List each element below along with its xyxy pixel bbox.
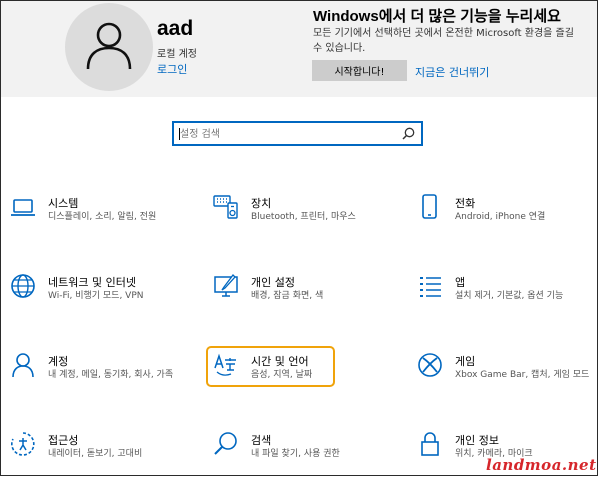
phone-icon bbox=[422, 194, 437, 219]
category-title: 장치 bbox=[251, 197, 272, 210]
keyboard-icon bbox=[213, 195, 238, 219]
category-title: 검색 bbox=[251, 434, 272, 447]
category-title: 시스템 bbox=[48, 197, 79, 210]
category-gaming[interactable]: 게임 Xbox Game Bar, 캡처, 게임 모드 bbox=[417, 352, 600, 402]
promo-description: 모든 기기에서 선택하던 곳에서 온전한 Microsoft 환경을 즐길 수 … bbox=[313, 28, 574, 54]
category-desc: Wi-Fi, 비행기 모드, VPN bbox=[48, 291, 144, 301]
category-desc: Bluetooth, 프린터, 마우스 bbox=[251, 212, 356, 222]
search-box[interactable] bbox=[172, 121, 423, 146]
category-title: 네트워크 및 인터넷 bbox=[48, 276, 136, 289]
account-name: aad bbox=[157, 17, 194, 40]
signin-link[interactable]: 로그인 bbox=[157, 61, 187, 77]
category-time-language[interactable]: 시간 및 언어 음성, 지역, 날짜 bbox=[213, 352, 403, 402]
category-desc: Xbox Game Bar, 캡처, 게임 모드 bbox=[455, 370, 590, 380]
category-title: 개인 정보 bbox=[455, 434, 499, 447]
category-title: 게임 bbox=[455, 355, 476, 368]
xbox-icon bbox=[418, 353, 442, 377]
category-title: 앱 bbox=[455, 276, 466, 289]
category-desc: 내 파일 찾기, 사용 권한 bbox=[251, 449, 340, 459]
category-desc: 음성, 지역, 날짜 bbox=[251, 370, 313, 380]
category-desc: 내레이터, 돋보기, 고대비 bbox=[48, 449, 143, 459]
category-apps[interactable]: 앱 설치 제거, 기본값, 옵션 기능 bbox=[417, 273, 600, 323]
avatar[interactable] bbox=[65, 3, 153, 91]
person-icon bbox=[12, 353, 34, 378]
account-header: aad 로컬 계정 로그인 Windows에서 더 많은 기능을 누리세요 모든… bbox=[1, 1, 597, 97]
search-input[interactable] bbox=[180, 126, 400, 142]
start-button[interactable]: 시작합니다! bbox=[312, 60, 407, 81]
category-desc: 디스플레이, 소리, 알림, 전원 bbox=[48, 212, 157, 222]
category-title: 계정 bbox=[48, 355, 69, 368]
skip-link[interactable]: 지금은 건너뛰기 bbox=[415, 64, 489, 80]
category-network[interactable]: 네트워크 및 인터넷 Wi-Fi, 비행기 모드, VPN bbox=[10, 273, 200, 323]
category-desc: 배경, 잠금 화면, 색 bbox=[251, 291, 324, 301]
globe-icon bbox=[11, 274, 35, 298]
category-devices[interactable]: 장치 Bluetooth, 프린터, 마우스 bbox=[213, 194, 403, 244]
laptop-icon bbox=[11, 199, 35, 216]
category-title: 개인 설정 bbox=[251, 276, 295, 289]
lock-icon bbox=[421, 432, 439, 456]
category-title: 전화 bbox=[455, 197, 476, 210]
category-system[interactable]: 시스템 디스플레이, 소리, 알림, 전원 bbox=[10, 194, 200, 244]
category-accounts[interactable]: 계정 내 계정, 메일, 동기화, 회사, 가족 bbox=[10, 352, 200, 402]
category-search[interactable]: 검색 내 파일 찾기, 사용 권한 bbox=[213, 431, 403, 481]
apps-icon bbox=[420, 277, 441, 297]
category-personalization[interactable]: 개인 설정 배경, 잠금 화면, 색 bbox=[213, 273, 403, 323]
category-phone[interactable]: 전화 Android, iPhone 연결 bbox=[417, 194, 600, 244]
promo-title: Windows에서 더 많은 기능을 누리세요 bbox=[313, 8, 561, 25]
search-icon[interactable] bbox=[402, 127, 415, 140]
user-icon bbox=[86, 22, 132, 70]
search-icon bbox=[214, 432, 237, 455]
category-desc: 설치 제거, 기본값, 옵션 기능 bbox=[455, 291, 564, 301]
watermark: landmoa.net bbox=[486, 456, 597, 474]
accessibility-icon bbox=[11, 432, 35, 456]
time-language-icon bbox=[214, 353, 236, 376]
category-title: 시간 및 언어 bbox=[251, 355, 309, 368]
personalization-icon bbox=[214, 274, 238, 297]
category-desc: Android, iPhone 연결 bbox=[455, 212, 546, 222]
category-title: 접근성 bbox=[48, 434, 79, 447]
account-type: 로컬 계정 bbox=[157, 49, 197, 60]
category-desc: 내 계정, 메일, 동기화, 회사, 가족 bbox=[48, 370, 174, 380]
category-accessibility[interactable]: 접근성 내레이터, 돋보기, 고대비 bbox=[10, 431, 200, 481]
